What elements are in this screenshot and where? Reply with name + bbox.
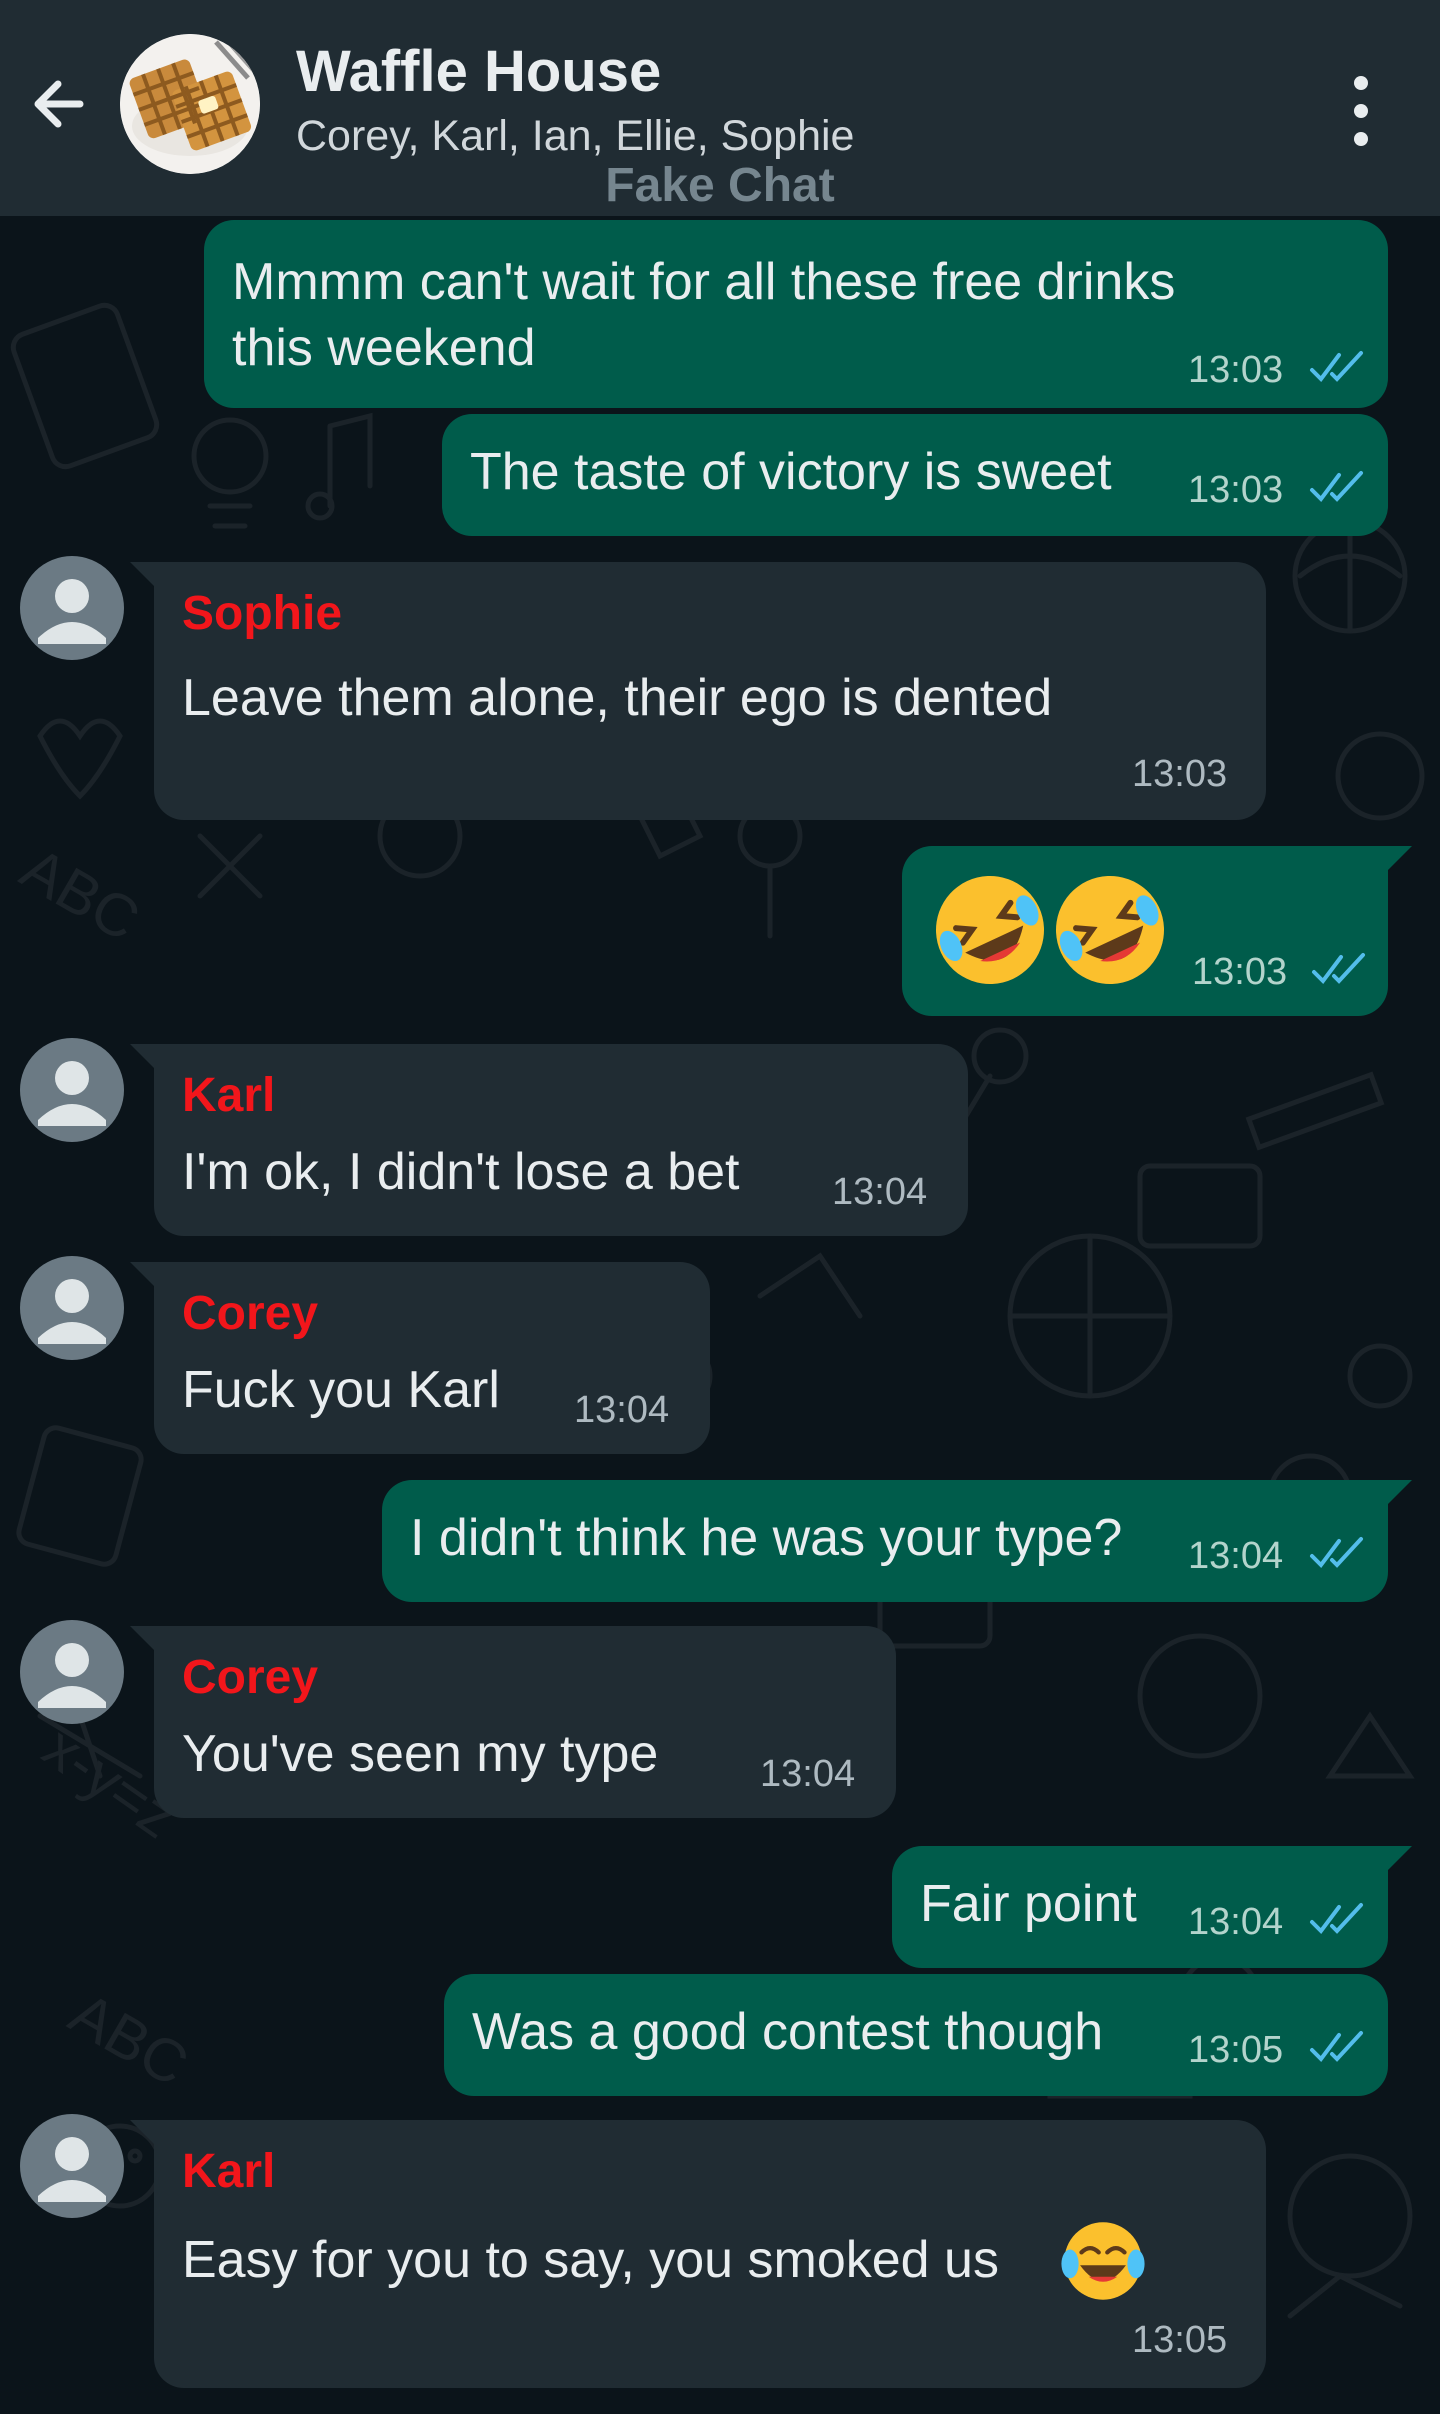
message-time: 13:05 [1132,2319,1228,2361]
watermark-text: Fake Chat [605,159,835,212]
message-time: 13:04 [832,1171,928,1213]
message-text: Was a good contest though [472,2003,1104,2061]
rolling-on-floor-laughing-emoji [1056,876,1164,984]
message-text: The taste of victory is sweet [470,443,1112,501]
group-avatar[interactable] [120,34,260,174]
message-time: 13:04 [574,1389,670,1431]
face-with-tears-of-joy-emoji [1061,2222,1145,2300]
double-check-read-icon [1310,1903,1363,1935]
message-time: 13:04 [760,1753,856,1795]
waffle-group-avatar [120,34,260,174]
message-text: Fair point [920,1875,1137,1933]
default-user-icon [38,1643,106,1708]
message-time: 13:04 [1188,1535,1284,1577]
message-text: Mmmm can't wait for all these free drink… [232,253,1176,311]
avatar[interactable] [20,556,124,660]
message-bubble-incoming[interactable]: Karl Easy for you to say, you smoked us … [130,2120,1266,2388]
sender-name: Corey [182,1651,319,1704]
message-text: I'm ok, I didn't lose a bet [182,1143,740,1201]
more-vertical-icon [1354,76,1368,90]
message-time: 13:03 [1192,951,1288,993]
default-user-icon [38,1061,106,1126]
rolling-on-floor-laughing-emoji [936,876,1044,984]
default-user-icon [38,579,106,644]
avatar[interactable] [20,1256,124,1360]
chat-screen: Waffle House Corey, Karl, Ian, Ellie, So… [0,0,1440,2414]
chat-header: Waffle House Corey, Karl, Ian, Ellie, So… [0,0,1440,216]
message-time: 13:04 [1188,1901,1284,1943]
message-text: Easy for you to say, you smoked us [182,2231,999,2289]
sender-name: Karl [182,2145,276,2198]
double-check-read-icon [1310,351,1363,383]
message-time: 13:03 [1188,349,1284,391]
message-text: Fuck you Karl [182,1361,500,1419]
avatar[interactable] [20,2114,124,2218]
arrow-left-icon [34,80,84,128]
message-bubble-outgoing[interactable]: Mmmm can't wait for all these free drink… [204,220,1388,408]
default-user-icon [38,2137,106,2202]
double-check-read-icon [1310,2031,1363,2063]
sender-name: Karl [182,1069,276,1122]
message-bubble-outgoing[interactable]: Fair point 13:04 [892,1846,1412,1968]
message-text: Leave them alone, their ego is dented [182,669,1053,727]
message-text: I didn't think he was your type? [410,1509,1123,1567]
message-time: 13:03 [1132,753,1228,795]
svg-text:ABC: ABC [10,834,150,954]
message-list[interactable]: ABC x-y=z ABC Mmmm can't wait for all th… [0,216,1440,2414]
message-bubble-outgoing[interactable]: 13:03 [902,846,1412,1016]
double-check-read-icon [1310,471,1363,503]
back-button[interactable] [22,62,102,142]
double-check-read-icon [1310,1537,1363,1569]
message-time: 13:05 [1188,2029,1284,2071]
chat-title[interactable]: Waffle House [296,38,661,105]
message-bubble-outgoing[interactable]: Was a good contest though 13:05 [444,1974,1388,2096]
sender-name: Corey [182,1287,319,1340]
message-text: You've seen my type [182,1725,659,1783]
svg-text:ABC: ABC [59,1979,199,2099]
double-check-read-icon [1312,953,1365,985]
message-bubble-incoming[interactable]: Corey Fuck you Karl 13:04 [130,1262,710,1454]
message-bubble-incoming[interactable]: Karl I'm ok, I didn't lose a bet 13:04 [130,1044,968,1236]
message-bubble-outgoing[interactable]: The taste of victory is sweet 13:03 [442,414,1388,536]
avatar[interactable] [20,1038,124,1142]
message-bubble-incoming[interactable]: Corey You've seen my type 13:04 [130,1626,896,1818]
more-options-button[interactable] [1330,70,1390,150]
message-time: 13:03 [1188,469,1284,511]
avatar[interactable] [20,1620,124,1724]
message-bubble-incoming[interactable]: Sophie Leave them alone, their ego is de… [130,562,1266,820]
message-bubble-outgoing[interactable]: I didn't think he was your type? 13:04 [382,1480,1412,1602]
group-members[interactable]: Corey, Karl, Ian, Ellie, Sophie [296,112,854,161]
default-user-icon [38,1279,106,1344]
message-text: this weekend [232,319,536,377]
sender-name: Sophie [182,587,343,640]
